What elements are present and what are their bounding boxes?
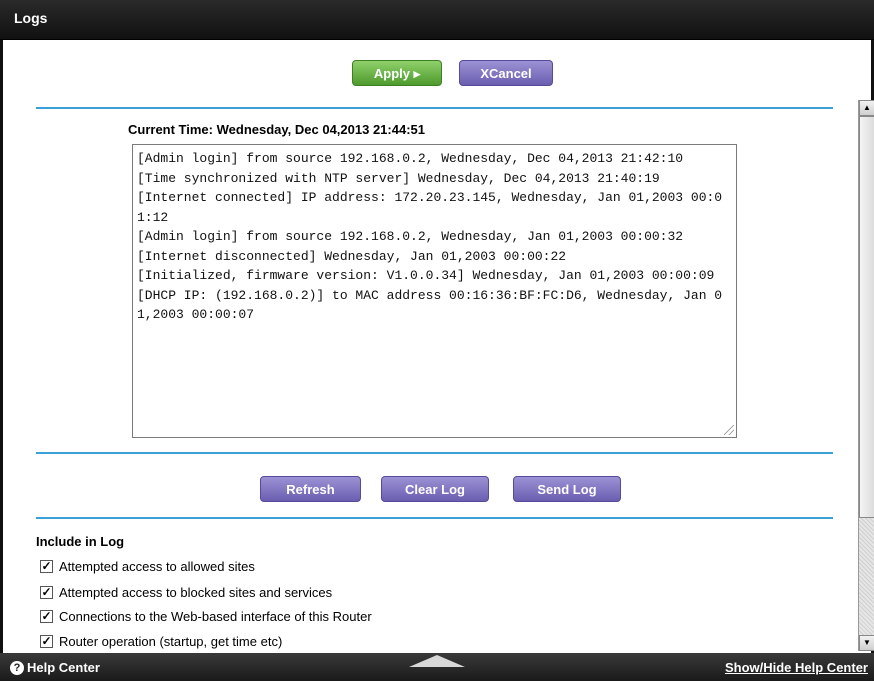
title-bar: Logs (0, 0, 874, 40)
log-textarea[interactable]: [Admin login] from source 192.168.0.2, W… (132, 144, 737, 438)
include-option[interactable]: ✓ Router operation (startup, get time et… (40, 632, 282, 650)
cancel-label: Cancel (489, 66, 532, 81)
include-option[interactable]: ✓ Attempted access to blocked sites and … (40, 583, 332, 601)
vertical-scrollbar[interactable]: ▲ ▼ (858, 100, 874, 651)
checkbox[interactable]: ✓ (40, 585, 53, 599)
checkbox[interactable]: ✓ (40, 609, 53, 623)
log-entry: [Admin login] from source 192.168.0.2, W… (137, 229, 684, 244)
log-entry: [Admin login] from source 192.168.0.2, W… (137, 151, 684, 166)
log-entry: [Internet connected] IP address: 172.20.… (137, 190, 723, 225)
current-time-label: Current Time: (128, 122, 213, 137)
cancel-x-icon: X (480, 66, 490, 81)
log-entry: [Time synchronized with NTP server] Wedn… (137, 170, 660, 186)
send-log-button[interactable]: Send Log (513, 476, 621, 502)
log-entry: [Initialized, firmware version: V1.0.0.3… (137, 268, 715, 283)
apply-button[interactable]: Apply ▸ (352, 60, 442, 86)
clear-log-button[interactable]: Clear Log (381, 476, 489, 502)
current-time: Current Time: Wednesday, Dec 04,2013 21:… (128, 122, 425, 137)
include-option-label: Attempted access to allowed sites (59, 558, 255, 574)
include-option[interactable]: ✓ Attempted access to allowed sites (40, 557, 255, 575)
question-icon: ? (10, 660, 24, 675)
divider-bottom (36, 517, 833, 519)
send-log-label: Send Log (537, 482, 597, 497)
clear-log-label: Clear Log (405, 482, 465, 497)
refresh-label: Refresh (286, 482, 335, 497)
include-option-label: Attempted access to blocked sites and se… (59, 584, 333, 600)
expand-help-arrow-icon[interactable] (409, 655, 465, 667)
scroll-down-arrow-icon[interactable]: ▼ (859, 635, 874, 651)
checkbox[interactable]: ✓ (40, 559, 53, 573)
log-entry: [Internet disconnected] Wednesday, Jan 0… (137, 248, 567, 264)
divider-middle (36, 452, 833, 454)
checkbox[interactable]: ✓ (40, 634, 53, 648)
include-in-log-heading: Include in Log (36, 534, 125, 549)
apply-label: Apply ▸ (373, 66, 421, 81)
help-center-label: Help Center (27, 660, 100, 675)
scroll-up-arrow-icon[interactable]: ▲ (859, 100, 874, 116)
log-entry: [DHCP IP: (192.168.0.2)] to MAC address … (137, 287, 723, 323)
include-option-label: Connections to the Web-based interface o… (59, 608, 372, 624)
refresh-button[interactable]: Refresh (260, 476, 361, 502)
page-title: Logs (14, 10, 48, 26)
show-hide-help-link[interactable]: Show/Hide Help Center (725, 660, 868, 675)
include-option[interactable]: ✓ Connections to the Web-based interface… (40, 607, 372, 625)
resize-grip-icon[interactable] (724, 425, 734, 435)
help-bar: ? Help Center Show/Hide Help Center (0, 653, 874, 681)
content-frame: Apply ▸ XCancel Current Time: Wednesday,… (0, 40, 874, 653)
current-time-value: Wednesday, Dec 04,2013 21:44:51 (216, 122, 425, 137)
include-option-label: Router operation (startup, get time etc) (59, 633, 283, 649)
divider-top (36, 107, 833, 109)
help-center-link[interactable]: ? Help Center (10, 660, 100, 675)
cancel-button[interactable]: XCancel (459, 60, 553, 86)
scrollbar-thumb[interactable] (859, 116, 874, 518)
